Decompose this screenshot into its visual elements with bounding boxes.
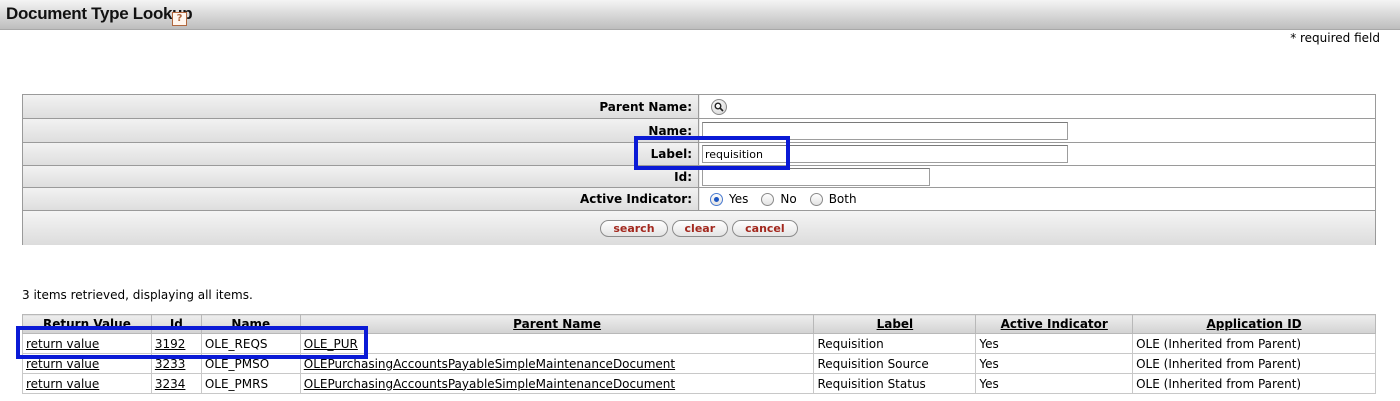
parent-name-link[interactable]: OLEPurchasingAccountsPayableSimpleMainte… [304,377,675,391]
label-cell: Requisition Source [813,353,977,374]
col-active-indicator[interactable]: Active Indicator [975,314,1134,334]
application-id-cell: OLE (Inherited from Parent) [1132,333,1376,354]
active-cell: Yes [975,333,1134,354]
label-cell: Requisition [813,333,977,354]
col-label[interactable]: Label [813,314,977,334]
active-indicator-label: Active Indicator: [23,188,699,210]
active-cell: Yes [975,353,1134,374]
radio-both[interactable] [809,192,823,206]
highlight-box-label-field [634,136,790,170]
parent-name-label: Parent Name: [23,95,699,118]
col-parent-name[interactable]: Parent Name [299,314,815,334]
id-label: Id: [23,166,699,187]
label-label: Label: [23,143,699,165]
row-parent-name: Parent Name: [23,95,1375,119]
col-application-id[interactable]: Application ID [1132,314,1376,334]
clear-button[interactable]: clear [671,219,729,237]
name-label: Name: [23,119,699,142]
application-id-cell: OLE (Inherited from Parent) [1132,373,1376,394]
table-row: return value 3234 OLE_PMRS OLEPurchasing… [22,373,1376,394]
page-title: Document Type Lookup [6,4,193,23]
active-indicator-radio-group: Yes No Both [710,192,870,206]
page-header: Document Type Lookup ? [0,0,1400,30]
highlight-box-first-row [16,326,368,359]
radio-no-label: No [780,192,797,206]
form-button-row: search clear cancel [23,211,1375,245]
name-cell: OLE_PMRS [200,373,301,394]
label-cell: Requisition Status [813,373,977,394]
id-input[interactable] [702,167,930,186]
radio-both-label: Both [828,192,857,206]
help-icon[interactable]: ? [172,12,187,26]
search-button[interactable]: search [600,219,668,237]
id-link[interactable]: 3234 [155,377,186,391]
radio-no[interactable] [761,192,775,206]
required-field-note: * required field [1290,31,1380,45]
radio-yes-label: Yes [729,192,749,206]
return-value-link[interactable]: return value [26,377,99,391]
result-count: 3 items retrieved, displaying all items. [22,288,253,302]
magnifier-icon[interactable] [711,98,727,115]
cancel-button[interactable]: cancel [732,219,798,237]
search-icon [714,102,724,112]
application-id-cell: OLE (Inherited from Parent) [1132,353,1376,374]
radio-yes[interactable] [710,192,723,206]
active-cell: Yes [975,373,1134,394]
row-active-indicator: Active Indicator: Yes No Both [23,188,1375,211]
